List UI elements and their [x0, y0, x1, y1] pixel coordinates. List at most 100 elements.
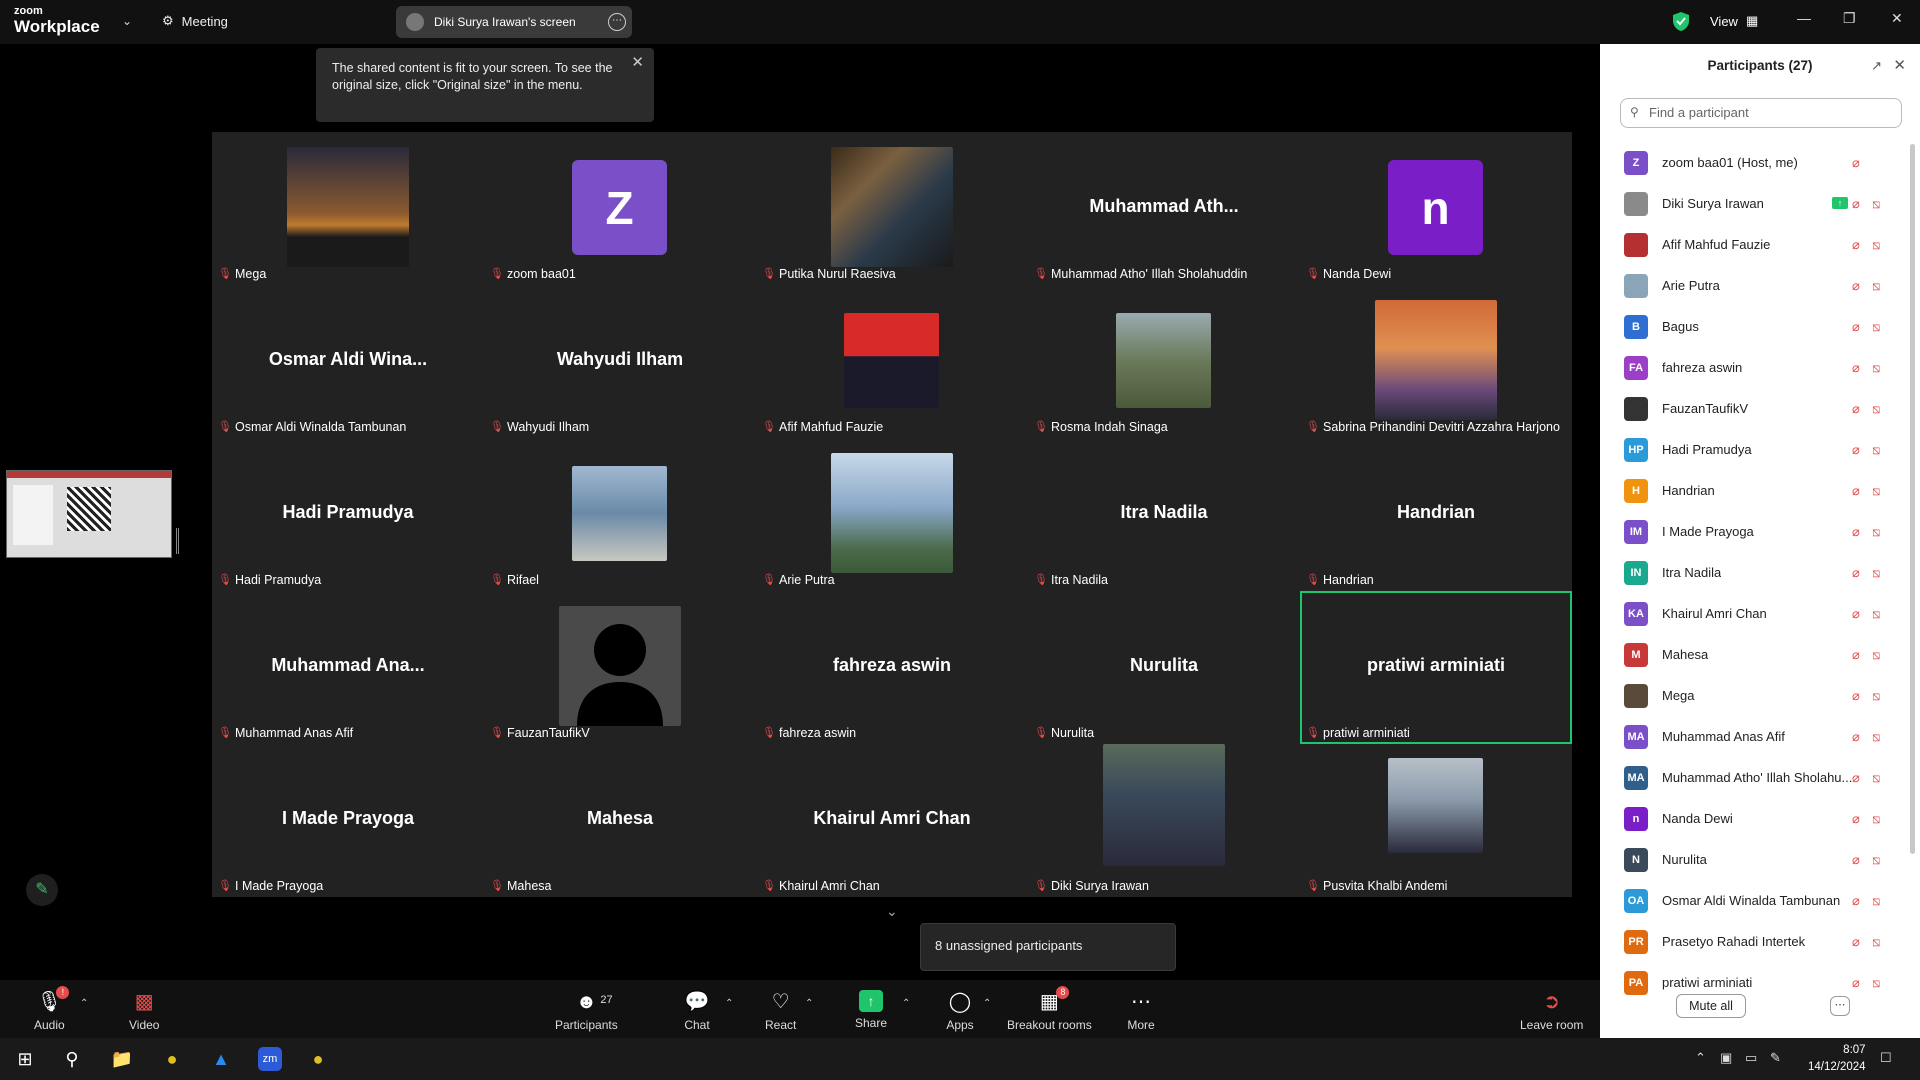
muted-mic-icon[interactable]: ⌀: [1852, 565, 1860, 581]
muted-mic-icon[interactable]: ⌀: [1852, 524, 1860, 540]
muted-mic-icon[interactable]: ⌀: [1852, 155, 1860, 171]
muted-mic-icon[interactable]: ⌀: [1852, 319, 1860, 335]
video-off-icon[interactable]: ⧅: [1872, 893, 1880, 909]
zoom-workplace-logo[interactable]: zoom Workplace: [14, 6, 100, 36]
breakout-rooms-button[interactable]: ▦ 8 Breakout rooms: [1007, 986, 1092, 1032]
participant-row[interactable]: n Nanda Dewi ⌀ ⧅: [1600, 798, 1906, 839]
video-off-icon[interactable]: ⧅: [1872, 442, 1880, 458]
video-tile[interactable]: Nurulita 🎙 Nurulita: [1028, 591, 1300, 744]
file-explorer-icon[interactable]: 📁: [110, 1047, 134, 1071]
mute-all-button[interactable]: Mute all: [1676, 994, 1746, 1018]
pen-icon[interactable]: ✎: [1770, 1050, 1781, 1066]
chrome-icon[interactable]: ●: [306, 1047, 330, 1071]
apps-button[interactable]: ◯ Apps: [946, 990, 974, 1032]
tray-app-icon[interactable]: ▣: [1720, 1050, 1732, 1066]
video-tile[interactable]: Khairul Amri Chan 🎙 Khairul Amri Chan: [756, 744, 1028, 897]
muted-mic-icon[interactable]: ⌀: [1852, 606, 1860, 622]
video-off-icon[interactable]: ⧅: [1872, 688, 1880, 704]
more-button[interactable]: ⋯ More: [1127, 990, 1155, 1032]
video-tile[interactable]: 🎙 Arie Putra: [756, 438, 1028, 591]
tray-chevron-icon[interactable]: ⌃: [1695, 1050, 1706, 1066]
apps-options-caret-icon[interactable]: ⌃: [983, 998, 991, 1009]
meeting-menu-button[interactable]: ⚙ Meeting: [162, 13, 228, 29]
participants-button[interactable]: ☻ 27 Participants: [555, 990, 618, 1032]
shared-screen-pill[interactable]: Diki Surya Irawan's screen ⋯: [396, 6, 632, 38]
video-tile-active-speaker[interactable]: pratiwi arminiati 🎙 pratiwi arminiati: [1300, 591, 1572, 744]
video-off-icon[interactable]: ⧅: [1872, 237, 1880, 253]
muted-mic-icon[interactable]: ⌀: [1852, 975, 1860, 991]
muted-mic-icon[interactable]: ⌀: [1852, 811, 1860, 827]
chevron-down-icon[interactable]: ⌄: [886, 903, 898, 920]
view-button[interactable]: View ▦: [1710, 13, 1758, 29]
video-off-icon[interactable]: ⧅: [1872, 975, 1880, 991]
muted-mic-icon[interactable]: ⌀: [1852, 688, 1860, 704]
muted-mic-icon[interactable]: ⌀: [1852, 237, 1860, 253]
participant-row[interactable]: B Bagus ⌀ ⧅: [1600, 306, 1906, 347]
video-button[interactable]: ▩ Video: [129, 990, 159, 1032]
muted-mic-icon[interactable]: ⌀: [1852, 729, 1860, 745]
video-tile[interactable]: 🎙 Putika Nurul Raesiva: [756, 132, 1028, 285]
video-off-icon[interactable]: ⧅: [1872, 934, 1880, 950]
muted-mic-icon[interactable]: ⌀: [1852, 442, 1860, 458]
video-off-icon[interactable]: ⧅: [1872, 360, 1880, 376]
video-tile[interactable]: 🎙 Afif Mahfud Fauzie: [756, 285, 1028, 438]
participant-search-input[interactable]: ⚲ Find a participant: [1620, 98, 1902, 128]
restore-icon[interactable]: ❐: [1843, 10, 1856, 27]
video-tile[interactable]: Muhammad Ath... 🎙 Muhammad Atho' Illah Sh…: [1028, 132, 1300, 285]
audio-options-caret-icon[interactable]: ⌃: [80, 998, 88, 1009]
muted-mic-icon[interactable]: ⌀: [1852, 401, 1860, 417]
participant-row[interactable]: Zzoom baa01 (Host, me) ⌀: [1600, 142, 1906, 183]
participant-row[interactable]: N Nurulita ⌀ ⧅: [1600, 839, 1906, 880]
share-options-caret-icon[interactable]: ⌃: [902, 998, 910, 1009]
more-options-icon[interactable]: ⋯: [1830, 996, 1850, 1016]
video-off-icon[interactable]: ⧅: [1872, 811, 1880, 827]
audio-button[interactable]: 🎙! Audio: [34, 986, 70, 1032]
video-off-icon[interactable]: ⧅: [1872, 852, 1880, 868]
video-tile[interactable]: 🎙 Rosma Indah Sinaga: [1028, 285, 1300, 438]
share-button[interactable]: ↑ Share: [855, 990, 887, 1030]
participant-row[interactable]: KA Khairul Amri Chan ⌀ ⧅: [1600, 593, 1906, 634]
annotate-pencil-icon[interactable]: ✎: [26, 874, 58, 906]
participant-row[interactable]: Mega ⌀ ⧅: [1600, 675, 1906, 716]
video-off-icon[interactable]: ⧅: [1872, 319, 1880, 335]
participant-row[interactable]: Arie Putra ⌀ ⧅: [1600, 265, 1906, 306]
video-tile[interactable]: Hadi Pramudya 🎙 Hadi Pramudya: [212, 438, 484, 591]
video-tile[interactable]: 🎙 Pusvita Khalbi Andemi: [1300, 744, 1572, 897]
muted-mic-icon[interactable]: ⌀: [1852, 483, 1860, 499]
video-off-icon[interactable]: ⧅: [1872, 401, 1880, 417]
participant-row[interactable]: H Handrian ⌀ ⧅: [1600, 470, 1906, 511]
close-icon[interactable]: ✕: [1893, 56, 1906, 74]
video-tile[interactable]: Osmar Aldi Wina... 🎙 Osmar Aldi Winalda T…: [212, 285, 484, 438]
video-tile[interactable]: 🎙 Sabrina Prihandini Devitri Azzahra Harj…: [1300, 285, 1572, 438]
notifications-icon[interactable]: ☐: [1880, 1050, 1892, 1066]
video-tile[interactable]: Mahesa 🎙 Mahesa: [484, 744, 756, 897]
video-tile[interactable]: I Made Prayoga 🎙 I Made Prayoga: [212, 744, 484, 897]
participant-row[interactable]: MA Muhammad Atho' Illah Sholahu... ⌀ ⧅: [1600, 757, 1906, 798]
muted-mic-icon[interactable]: ⌀: [1852, 647, 1860, 663]
encryption-shield-icon[interactable]: [1672, 11, 1690, 32]
video-tile[interactable]: Muhammad Ana... 🎙 Muhammad Anas Afif: [212, 591, 484, 744]
popout-icon[interactable]: ↗: [1871, 58, 1882, 74]
scrollbar[interactable]: [1910, 144, 1915, 854]
close-icon[interactable]: ✕: [631, 54, 644, 71]
muted-mic-icon[interactable]: ⌀: [1852, 196, 1860, 212]
video-off-icon[interactable]: ⧅: [1872, 606, 1880, 622]
react-button[interactable]: ♡ React: [765, 990, 796, 1032]
participant-row[interactable]: FauzanTaufikV ⌀ ⧅: [1600, 388, 1906, 429]
chat-options-caret-icon[interactable]: ⌃: [725, 998, 733, 1009]
network-icon[interactable]: ▭: [1745, 1050, 1757, 1066]
muted-mic-icon[interactable]: ⌀: [1852, 278, 1860, 294]
participant-row[interactable]: M Mahesa ⌀ ⧅: [1600, 634, 1906, 675]
participant-row[interactable]: FA fahreza aswin ⌀ ⧅: [1600, 347, 1906, 388]
participant-row[interactable]: PR Prasetyo Rahadi Intertek ⌀ ⧅: [1600, 921, 1906, 962]
leave-room-button[interactable]: ➲ Leave room: [1520, 990, 1583, 1032]
muted-mic-icon[interactable]: ⌀: [1852, 770, 1860, 786]
muted-mic-icon[interactable]: ⌀: [1852, 934, 1860, 950]
muted-mic-icon[interactable]: ⌀: [1852, 360, 1860, 376]
video-tile[interactable]: n 🎙 Nanda Dewi: [1300, 132, 1572, 285]
minimize-icon[interactable]: —: [1797, 10, 1811, 26]
video-off-icon[interactable]: ⧅: [1872, 278, 1880, 294]
participant-row[interactable]: Afif Mahfud Fauzie ⌀ ⧅: [1600, 224, 1906, 265]
video-off-icon[interactable]: ⧅: [1872, 729, 1880, 745]
muted-mic-icon[interactable]: ⌀: [1852, 852, 1860, 868]
